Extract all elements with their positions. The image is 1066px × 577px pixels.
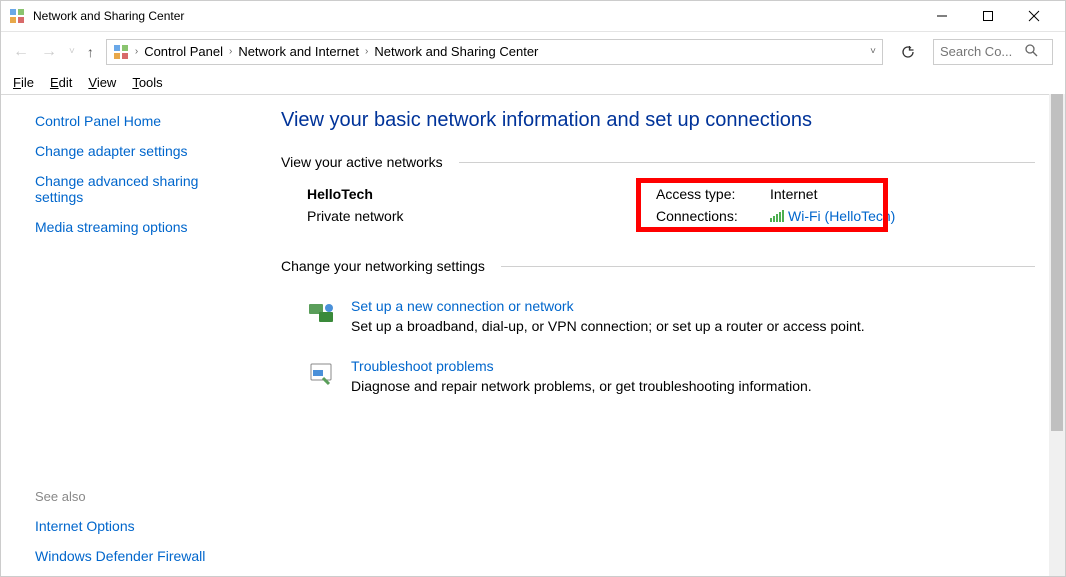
item-text: Set up a new connection or network Set u…: [351, 298, 865, 334]
search-box[interactable]: [933, 39, 1053, 65]
titlebar: Network and Sharing Center: [1, 1, 1065, 31]
back-button[interactable]: ←: [13, 43, 29, 61]
up-button[interactable]: ↑: [87, 44, 94, 60]
content-area: Control Panel Home Change adapter settin…: [1, 95, 1065, 576]
scrollbar-thumb[interactable]: [1051, 94, 1063, 431]
refresh-button[interactable]: [895, 39, 921, 65]
chevron-right-icon[interactable]: ›: [229, 46, 232, 57]
search-input[interactable]: [940, 44, 1020, 59]
item-title[interactable]: Set up a new connection or network: [351, 298, 865, 314]
page-title: View your basic network information and …: [281, 109, 1035, 132]
sidebar-link[interactable]: Media streaming options: [35, 219, 249, 235]
menu-file[interactable]: File: [13, 75, 34, 90]
breadcrumb-item[interactable]: Network and Internet: [238, 44, 359, 59]
control-panel-icon: [9, 8, 25, 24]
setup-connection-item[interactable]: Set up a new connection or network Set u…: [281, 290, 1035, 350]
window-controls: [919, 1, 1057, 31]
menu-edit[interactable]: Edit: [50, 75, 72, 90]
minimize-button[interactable]: [919, 1, 965, 31]
recent-dropdown[interactable]: ˅: [69, 46, 75, 57]
maximize-button[interactable]: [965, 1, 1011, 31]
access-type-value: Internet: [770, 186, 817, 202]
see-also-link[interactable]: Windows Defender Firewall: [35, 548, 249, 564]
address-bar[interactable]: › Control Panel › Network and Internet ›…: [106, 39, 883, 65]
connections-row: Connections: Wi-Fi (HelloTech): [656, 208, 1035, 224]
active-networks-label: View your active networks: [281, 154, 1035, 170]
sidebar-link[interactable]: Change advanced sharing settings: [35, 173, 215, 205]
see-also-label: See also: [35, 489, 249, 504]
forward-button[interactable]: →: [41, 43, 57, 61]
connection-icon: [307, 300, 335, 328]
search-icon[interactable]: [1024, 43, 1038, 60]
control-panel-home-link[interactable]: Control Panel Home: [35, 113, 249, 129]
network-details: Access type: Internet Connections: Wi-Fi…: [637, 186, 1035, 230]
sidebar-link[interactable]: Change adapter settings: [35, 143, 249, 159]
control-panel-icon: [113, 44, 129, 60]
network-info: HelloTech Private network: [307, 186, 637, 230]
access-type-label: Access type:: [656, 186, 770, 202]
item-description: Diagnose and repair network problems, or…: [351, 378, 812, 394]
menu-tools[interactable]: Tools: [132, 75, 162, 90]
address-dropdown[interactable]: ˅: [870, 46, 876, 57]
breadcrumb-item[interactable]: Control Panel: [144, 44, 223, 59]
change-settings-label: Change your networking settings: [281, 258, 1035, 274]
connection-link[interactable]: Wi-Fi (HelloTech): [770, 208, 895, 224]
network-name: HelloTech: [307, 186, 637, 202]
troubleshoot-item[interactable]: Troubleshoot problems Diagnose and repai…: [281, 350, 1035, 410]
see-also-link[interactable]: Internet Options: [35, 518, 249, 534]
window-title: Network and Sharing Center: [33, 9, 919, 23]
item-title[interactable]: Troubleshoot problems: [351, 358, 812, 374]
vertical-scrollbar[interactable]: [1049, 94, 1065, 576]
chevron-right-icon[interactable]: ›: [365, 46, 368, 57]
main-panel: View your basic network information and …: [261, 95, 1065, 576]
item-text: Troubleshoot problems Diagnose and repai…: [351, 358, 812, 394]
network-type: Private network: [307, 208, 637, 224]
access-type-row: Access type: Internet: [656, 186, 1035, 202]
active-network-row: HelloTech Private network Access type: I…: [281, 186, 1035, 230]
breadcrumb-item[interactable]: Network and Sharing Center: [374, 44, 538, 59]
menu-view[interactable]: View: [88, 75, 116, 90]
troubleshoot-icon: [307, 360, 335, 388]
item-description: Set up a broadband, dial-up, or VPN conn…: [351, 318, 865, 334]
sidebar: Control Panel Home Change adapter settin…: [1, 95, 261, 576]
navigation-toolbar: ← → ˅ ↑ › Control Panel › Network and In…: [1, 31, 1065, 71]
close-button[interactable]: [1011, 1, 1057, 31]
chevron-right-icon[interactable]: ›: [135, 46, 138, 57]
connections-label: Connections:: [656, 208, 770, 224]
wifi-signal-icon: [770, 209, 784, 221]
menu-bar: File Edit View Tools: [1, 71, 1065, 95]
